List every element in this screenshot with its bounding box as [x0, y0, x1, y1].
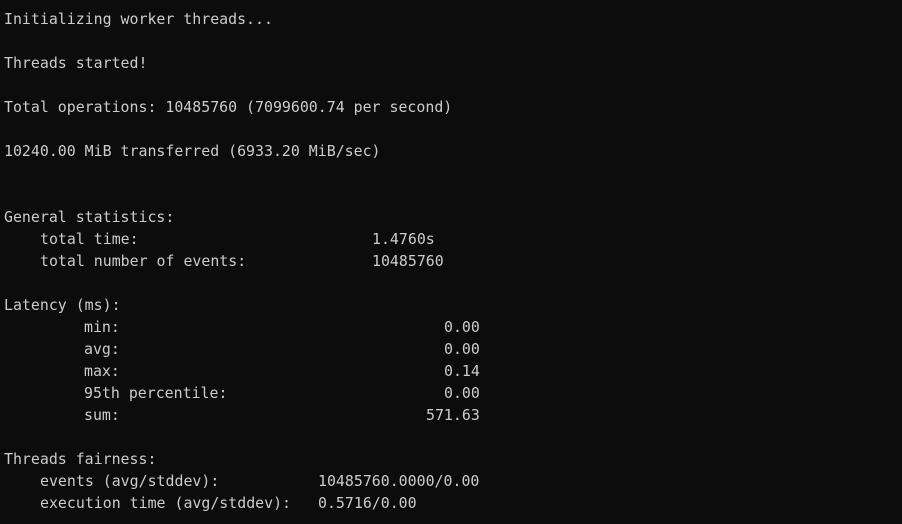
fairness-exec-value: 0.5716/0.00: [318, 494, 417, 512]
transferred-line: 10240.00 MiB transferred (6933.20 MiB/se…: [4, 142, 381, 160]
latency-sum-value: 571.63: [426, 406, 480, 424]
total-time-label: total time:: [40, 230, 139, 248]
latency-min-label: min:: [84, 318, 120, 336]
started-line: Threads started!: [4, 54, 148, 72]
latency-avg-value: 0.00: [444, 340, 480, 358]
general-statistics-header: General statistics:: [4, 208, 175, 226]
init-line: Initializing worker threads...: [4, 10, 273, 28]
terminal-window[interactable]: Initializing worker threads... Threads s…: [0, 0, 902, 524]
latency-p95-value: 0.00: [444, 384, 480, 402]
fairness-exec-label: execution time (avg/stddev):: [40, 494, 292, 512]
total-events-label: total number of events:: [40, 252, 247, 270]
total-operations-line: Total operations: 10485760 (7099600.74 p…: [4, 98, 453, 116]
total-time-value: 1.4760s: [372, 230, 435, 248]
fairness-events-value: 10485760.0000/0.00: [318, 472, 480, 490]
latency-p95-label: 95th percentile:: [84, 384, 228, 402]
latency-avg-label: avg:: [84, 340, 120, 358]
latency-header: Latency (ms):: [4, 296, 121, 314]
threads-fairness-header: Threads fairness:: [4, 450, 157, 468]
latency-min-value: 0.00: [444, 318, 480, 336]
latency-max-label: max:: [84, 362, 120, 380]
latency-max-value: 0.14: [444, 362, 480, 380]
latency-sum-label: sum:: [84, 406, 120, 424]
total-events-value: 10485760: [372, 252, 444, 270]
fairness-events-label: events (avg/stddev):: [40, 472, 220, 490]
